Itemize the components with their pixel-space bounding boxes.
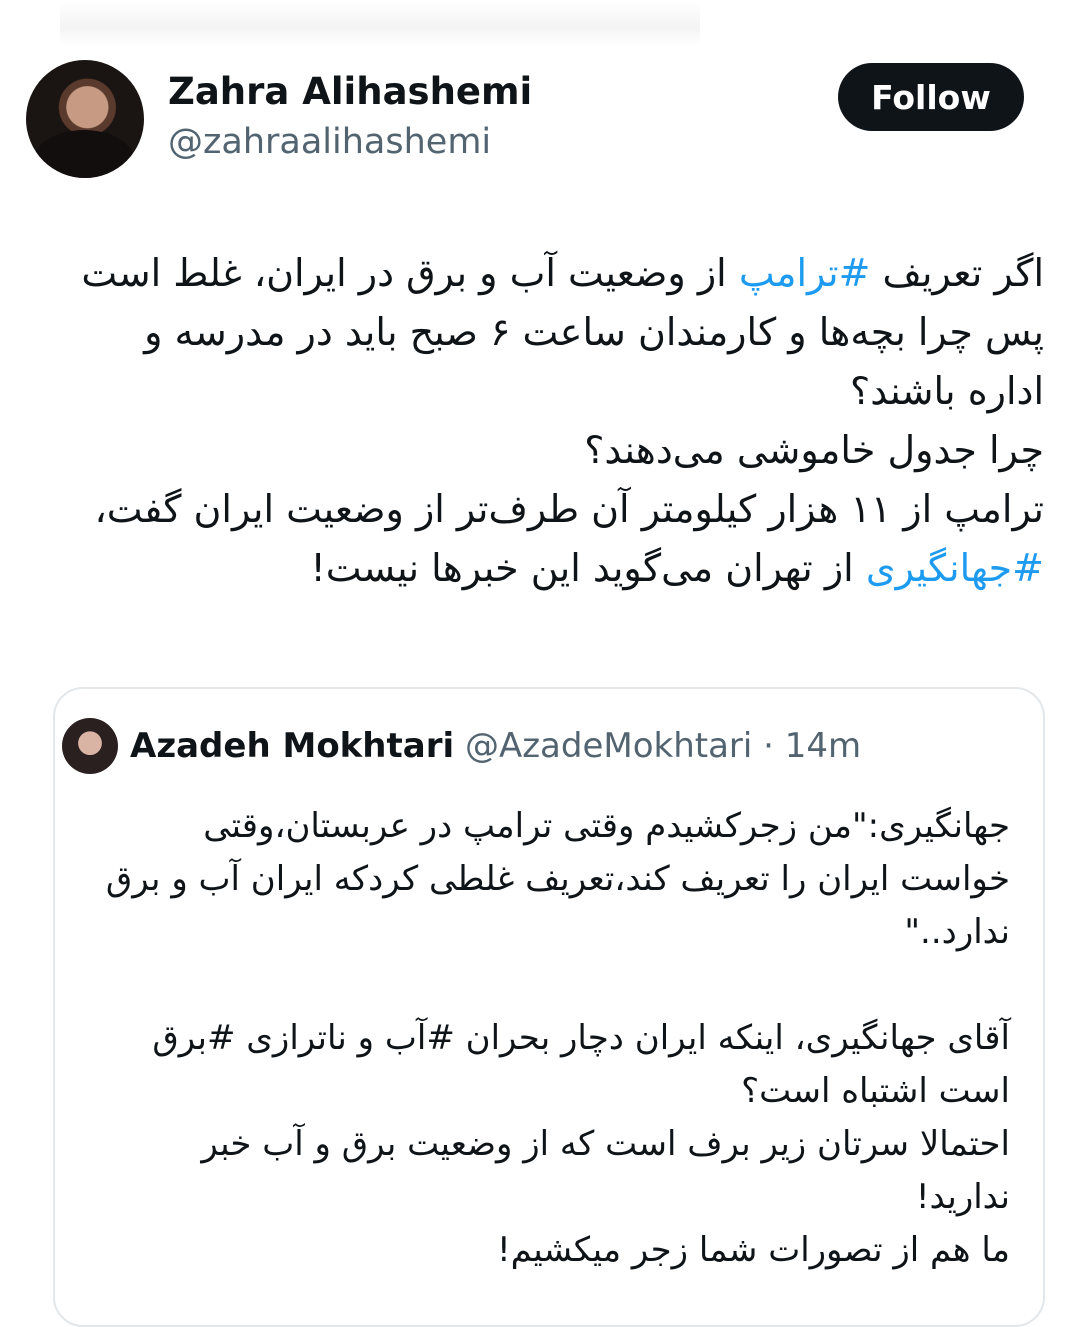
- quoted-tweet-line: است اشتباه است؟: [741, 1071, 1010, 1111]
- tweet-text-segment: پس چرا بچه‌ها و کارمندان ساعت ۶ صبح باید…: [144, 310, 1044, 354]
- quoted-tweet-line: [60, 959, 1010, 1012]
- tweet-text-segment: از وضعیت آب و برق در ایران، غلط است: [81, 251, 739, 295]
- quoted-author-avatar: [62, 718, 118, 774]
- quoted-tweet-line: ندارد..": [904, 912, 1010, 952]
- tweet-text-segment: چرا جدول خاموشی می‌دهند؟: [584, 428, 1044, 472]
- tweet-line: چرا جدول خاموشی می‌دهند؟: [26, 421, 1044, 480]
- tweet-line: #جهانگیری از تهران می‌گوید این خبرها نیس…: [26, 539, 1044, 598]
- meta-separator: ·: [752, 726, 785, 766]
- quoted-tweet-line: آقای جهانگیری، اینکه ایران دچار بحران #آ…: [152, 1018, 1010, 1058]
- quoted-tweet-line: احتمالا سرتان زیر برف است که از وضعیت بر…: [201, 1124, 1010, 1164]
- tweet-text-segment: ترامپ از ۱۱ هزار کیلومتر آن طرف‌تر از وض…: [94, 487, 1044, 531]
- tweet-text-segment: اداره باشند؟: [850, 369, 1044, 413]
- follow-button[interactable]: Follow: [838, 63, 1024, 131]
- tweet-line: ترامپ از ۱۱ هزار کیلومتر آن طرف‌تر از وض…: [26, 480, 1044, 539]
- hashtag-link[interactable]: #ترامپ: [739, 251, 871, 295]
- quoted-tweet-line: خواست ایران را تعریف کند،تعریف غلطی کردک…: [105, 859, 1010, 899]
- quoted-author-name: Azadeh Mokhtari: [130, 726, 455, 766]
- quoted-tweet-text: جهانگیری:"من زجرکشیدم وقتی ترامپ در عربس…: [60, 800, 1010, 1277]
- tweet-text-segment: از تهران می‌گوید این خبرها نیست!: [310, 546, 866, 590]
- quoted-tweet-line: ما هم از تصورات شما زجر میکشیم!: [496, 1230, 1010, 1270]
- author-handle[interactable]: @zahraalihashemi: [168, 122, 491, 162]
- quoted-tweet-line: جهانگیری:"من زجرکشیدم وقتی ترامپ در عربس…: [203, 806, 1010, 846]
- author-name[interactable]: Zahra Alihashemi: [168, 70, 532, 113]
- tweet-line: اداره باشند؟: [26, 362, 1044, 421]
- tweet-text: اگر تعریف #ترامپ از وضعیت آب و برق در ای…: [26, 244, 1044, 598]
- tweet-line: پس چرا بچه‌ها و کارمندان ساعت ۶ صبح باید…: [26, 303, 1044, 362]
- quoted-tweet-time: 14m: [784, 726, 862, 766]
- quoted-author-handle: @AzadeMokhtari: [464, 726, 753, 766]
- author-avatar[interactable]: [26, 60, 144, 178]
- tweet-text-segment: اگر تعریف: [870, 251, 1044, 295]
- quoted-tweet-header: Azadeh Mokhtari @AzadeMokhtari · 14m: [130, 726, 861, 766]
- quoted-tweet-line: ندارید!: [915, 1177, 1010, 1217]
- hashtag-link[interactable]: #جهانگیری: [866, 546, 1044, 590]
- tweet-line: اگر تعریف #ترامپ از وضعیت آب و برق در ای…: [26, 244, 1044, 303]
- status-bar-remnant: [60, 0, 700, 46]
